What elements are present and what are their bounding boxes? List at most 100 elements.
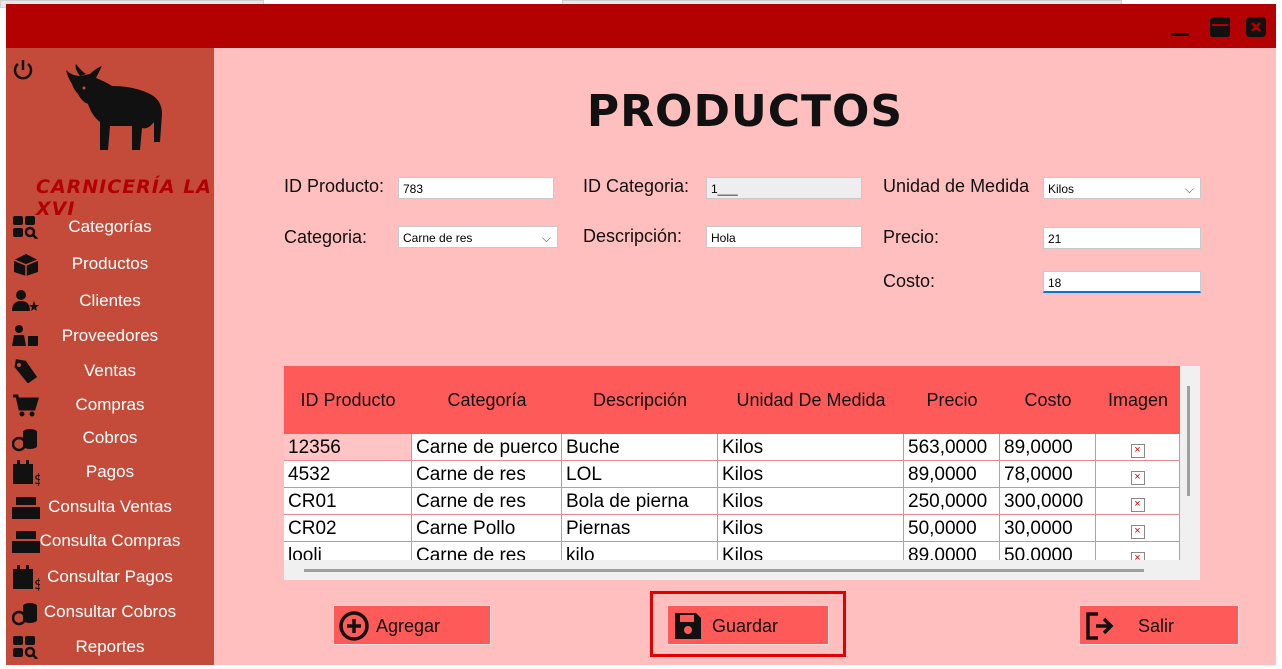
table-row[interactable]: looli Carne de res kilo Kilos 89,0000 50…	[284, 542, 1180, 560]
power-icon[interactable]	[12, 58, 34, 82]
sidebar-item-label: Consultar Cobros	[43, 602, 177, 621]
cell-unidad[interactable]: Kilos	[718, 488, 904, 515]
scroll-thumb[interactable]	[304, 569, 1144, 572]
table-row[interactable]: CR02 Carne Pollo Piernas Kilos 50,0000 3…	[284, 515, 1180, 542]
cell-unidad[interactable]: Kilos	[718, 515, 904, 542]
cell-categoria[interactable]: Carne de res	[412, 488, 562, 515]
cell-unidad[interactable]: Kilos	[718, 434, 904, 461]
sidebar-item-label: Pagos	[85, 462, 135, 481]
column-header-descripcion[interactable]: Descripción	[562, 366, 718, 434]
cell-categoria[interactable]: Carne Pollo	[412, 515, 562, 542]
sidebar-item-label: Consulta Compras	[39, 531, 181, 550]
cell-costo[interactable]: 300,0000	[1000, 488, 1096, 515]
column-header-categoria[interactable]: Categoría	[412, 366, 562, 434]
scroll-thumb[interactable]	[1187, 386, 1190, 496]
cell-costo[interactable]: 30,0000	[1000, 515, 1096, 542]
cell-id[interactable]: 4532	[284, 461, 412, 488]
unidad-medida-value: Kilos	[1048, 182, 1075, 196]
svg-text:$: $	[34, 472, 40, 486]
descripcion-input[interactable]: Hola	[706, 226, 862, 248]
exit-icon	[1084, 610, 1116, 642]
table-row[interactable]: 4532 Carne de res LOL Kilos 89,0000 78,0…	[284, 461, 1180, 488]
cell-precio[interactable]: 89,0000	[904, 542, 1000, 560]
sidebar-item-ventas[interactable]: Ventas	[6, 356, 214, 386]
minimize-icon[interactable]	[1168, 16, 1192, 38]
sidebar-item-label: Consultar Pagos	[47, 567, 173, 586]
sidebar-item-cobros[interactable]: Cobros	[6, 423, 214, 453]
sidebar-item-consultar-pagos[interactable]: $ Consultar Pagos	[6, 562, 214, 593]
close-icon[interactable]	[1244, 16, 1268, 38]
cell-descripcion[interactable]: LOL	[562, 461, 718, 488]
agregar-button[interactable]: Agregar	[333, 605, 491, 645]
column-header-precio[interactable]: Precio	[904, 366, 1000, 434]
sidebar-item-pagos[interactable]: $ Pagos	[6, 457, 214, 488]
sidebar-item-consulta-compras[interactable]: Consulta Compras	[6, 526, 214, 556]
sidebar-item-label: Ventas	[84, 361, 136, 380]
table-row[interactable]: CR01 Carne de res Bola de pierna Kilos 2…	[284, 488, 1180, 515]
user-star-icon	[12, 289, 40, 313]
cell-imagen[interactable]: ×	[1096, 461, 1180, 488]
cart-icon	[12, 393, 40, 417]
table-row[interactable]: 12356 Carne de puerco Buche Kilos 563,00…	[284, 434, 1180, 461]
cell-unidad[interactable]: Kilos	[718, 461, 904, 488]
cell-id[interactable]: CR02	[284, 515, 412, 542]
vertical-scrollbar[interactable]	[1180, 366, 1198, 556]
cell-imagen[interactable]: ×	[1096, 488, 1180, 515]
cell-imagen[interactable]: ×	[1096, 434, 1180, 461]
plus-circle-icon	[338, 610, 370, 642]
costo-input[interactable]: 18	[1043, 271, 1201, 293]
sidebar-item-proveedores[interactable]: Proveedores	[6, 321, 214, 351]
precio-input[interactable]: 21	[1043, 227, 1201, 249]
column-header-id[interactable]: ID Producto	[284, 366, 412, 434]
cell-costo[interactable]: 89,0000	[1000, 434, 1096, 461]
cell-costo[interactable]: 50,0000	[1000, 542, 1096, 560]
column-header-imagen[interactable]: Imagen	[1096, 366, 1180, 434]
sidebar-item-consultar-cobros[interactable]: Consultar Cobros	[6, 597, 214, 627]
cell-unidad[interactable]: Kilos	[718, 542, 904, 560]
cell-descripcion[interactable]: kilo	[562, 542, 718, 560]
window-titlebar[interactable]	[6, 4, 1276, 48]
horizontal-scrollbar[interactable]	[284, 560, 1200, 580]
tag-icon	[12, 359, 40, 384]
cell-descripcion[interactable]: Piernas	[562, 515, 718, 542]
sidebar-item-reportes[interactable]: Reportes	[6, 632, 214, 662]
unidad-medida-select[interactable]: Kilos ⌵	[1043, 177, 1201, 199]
cell-precio[interactable]: 50,0000	[904, 515, 1000, 542]
sidebar-item-label: Proveedores	[61, 326, 159, 345]
restore-icon[interactable]	[1208, 16, 1232, 38]
cell-categoria[interactable]: Carne de res	[412, 461, 562, 488]
column-header-costo[interactable]: Costo	[1000, 366, 1096, 434]
cell-id[interactable]: looli	[284, 542, 412, 560]
sidebar-item-consulta-ventas[interactable]: Consulta Ventas	[6, 492, 214, 522]
sidebar-item-compras[interactable]: Compras	[6, 390, 214, 420]
cell-descripcion[interactable]: Bola de pierna	[562, 488, 718, 515]
id-categoria-input[interactable]: 1___	[706, 177, 862, 199]
sidebar-item-clientes[interactable]: Clientes	[6, 286, 214, 316]
categoria-select[interactable]: Carne de res ⌵	[398, 226, 558, 248]
sidebar-item-label: Reportes	[75, 637, 145, 656]
salir-button[interactable]: Salir	[1079, 605, 1239, 645]
chevron-down-icon: ⌵	[541, 231, 551, 245]
cell-precio[interactable]: 563,0000	[904, 434, 1000, 461]
sidebar-item-label: Clientes	[79, 291, 141, 310]
cell-imagen[interactable]: ×	[1096, 515, 1180, 542]
sidebar-item-categorias[interactable]: Categorías	[6, 212, 214, 242]
cell-costo[interactable]: 78,0000	[1000, 461, 1096, 488]
register-icon	[12, 495, 40, 519]
column-header-unidad[interactable]: Unidad De Medida	[718, 366, 904, 434]
id-producto-input[interactable]: 783	[398, 177, 554, 199]
broken-image-icon: ×	[1130, 471, 1145, 485]
cell-precio[interactable]: 250,0000	[904, 488, 1000, 515]
cell-descripcion[interactable]: Buche	[562, 434, 718, 461]
guardar-button[interactable]: Guardar	[667, 605, 829, 645]
cell-categoria[interactable]: Carne de puerco	[412, 434, 562, 461]
cell-imagen[interactable]: ×	[1096, 542, 1180, 560]
cell-id[interactable]: 12356	[284, 434, 412, 461]
cell-precio[interactable]: 89,0000	[904, 461, 1000, 488]
sidebar-item-label: Consulta Ventas	[48, 497, 172, 516]
cell-categoria[interactable]: Carne de res	[412, 542, 562, 560]
sidebar-item-label: Cobros	[82, 428, 138, 447]
sidebar-item-productos[interactable]: Productos	[6, 249, 214, 279]
cell-id[interactable]: CR01	[284, 488, 412, 515]
coins-icon	[11, 426, 40, 452]
